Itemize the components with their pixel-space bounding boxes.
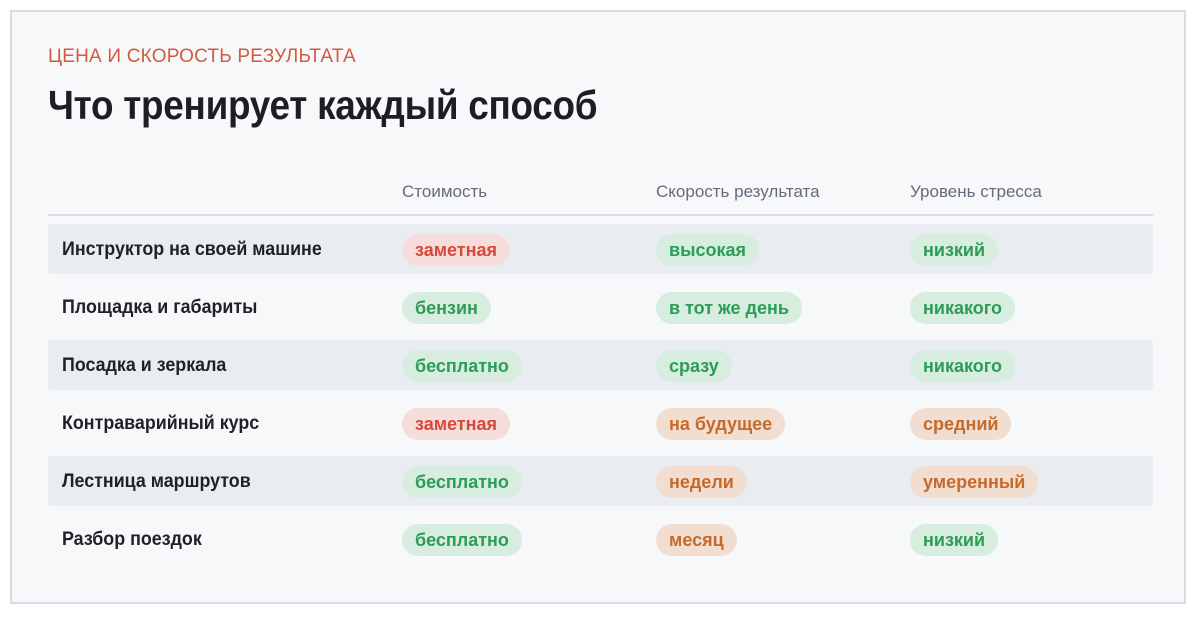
stress-badge: никакого — [910, 292, 1015, 324]
speed-badge: на будущее — [656, 408, 786, 440]
stress-badge: низкий — [910, 524, 999, 556]
page-title: Что тренирует каждый способ — [48, 82, 598, 128]
row-label: Лестница маршрутов — [62, 471, 251, 492]
speed-badge: в тот же день — [656, 292, 802, 324]
row-label: Разбор поездок — [62, 529, 202, 550]
eyebrow-label: ЦЕНА И СКОРОСТЬ РЕЗУЛЬТАТА — [48, 46, 356, 67]
row-label: Площадка и габариты — [62, 297, 258, 318]
table-row: Разбор поездок бесплатно месяц низкий — [48, 514, 1153, 564]
row-label: Посадка и зеркала — [62, 355, 227, 376]
stress-badge: никакого — [910, 350, 1015, 382]
column-header-cost: Стоимость — [402, 182, 488, 201]
table-row: Инструктор на своей машине заметная высо… — [48, 224, 1153, 274]
row-label: Инструктор на своей машине — [62, 239, 322, 260]
table-row: Площадка и габариты бензин в тот же день… — [48, 282, 1153, 332]
comparison-table: Стоимость Скорость результата Уровень ст… — [48, 178, 1153, 564]
table-row: Посадка и зеркала бесплатно сразу никако… — [48, 340, 1153, 390]
stress-badge: средний — [910, 408, 1012, 440]
speed-badge: высокая — [656, 234, 759, 266]
column-header-stress: Уровень стресса — [910, 182, 1042, 201]
speed-badge: месяц — [656, 524, 737, 556]
stress-badge: умеренный — [910, 466, 1039, 498]
speed-badge: недели — [656, 466, 747, 498]
stress-badge: низкий — [910, 234, 999, 266]
comparison-card: ЦЕНА И СКОРОСТЬ РЕЗУЛЬТАТА Что тренирует… — [10, 10, 1186, 604]
cost-badge: бензин — [402, 292, 491, 324]
cost-badge: бесплатно — [402, 524, 522, 556]
row-label: Контраварийный курс — [62, 413, 260, 434]
speed-badge: сразу — [656, 350, 732, 382]
column-header-speed: Скорость результата — [656, 182, 820, 201]
cost-badge: бесплатно — [402, 350, 522, 382]
table-row: Лестница маршрутов бесплатно недели умер… — [48, 456, 1153, 506]
cost-badge: заметная — [402, 234, 511, 266]
cost-badge: заметная — [402, 408, 511, 440]
table-row: Контраварийный курс заметная на будущее … — [48, 398, 1153, 448]
cost-badge: бесплатно — [402, 466, 522, 498]
table-header: Стоимость Скорость результата Уровень ст… — [48, 178, 1153, 216]
